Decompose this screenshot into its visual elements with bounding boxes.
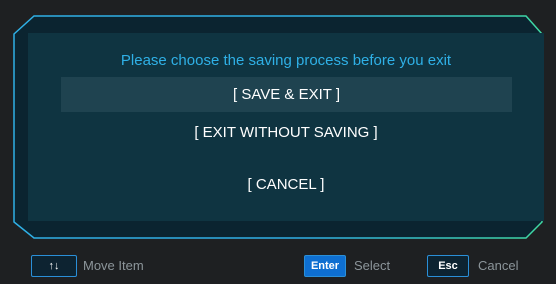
move-item-hint: Move Item: [83, 258, 144, 273]
esc-key-icon: Esc: [427, 255, 469, 277]
select-hint: Select: [354, 258, 391, 273]
option-cancel[interactable]: [ CANCEL ]: [28, 176, 544, 193]
arrow-keys-icon: ↑↓: [31, 255, 77, 277]
dialog-title: Please choose the saving process before …: [120, 52, 452, 69]
dialog-panel: Please choose the saving process before …: [28, 33, 544, 221]
option-save-exit[interactable]: [ SAVE & EXIT ]: [61, 77, 512, 112]
option-exit-without-saving[interactable]: [ EXIT WITHOUT SAVING ]: [28, 124, 544, 141]
cancel-hint: Cancel: [478, 258, 519, 273]
enter-key-icon: Enter: [304, 255, 346, 277]
footer-hints: ↑↓ Move Item Enter Select Esc Cancel: [0, 250, 556, 278]
